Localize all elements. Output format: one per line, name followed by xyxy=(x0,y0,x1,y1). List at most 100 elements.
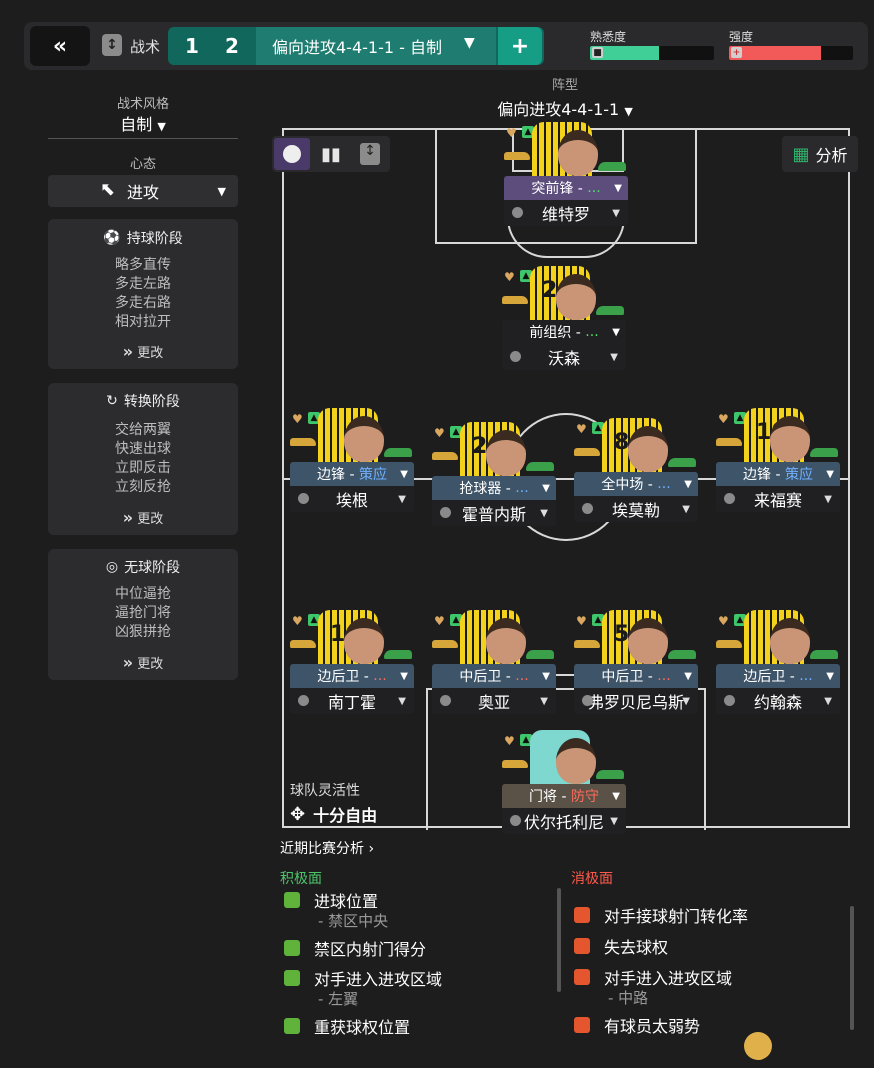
player-name: 沃森 xyxy=(547,349,580,368)
player-card-cb2[interactable]: ♥ ▲ 5 中后卫 - ... ▼ 弗罗贝尼乌斯 ▼ xyxy=(574,610,698,714)
player-name-dropdown[interactable]: 维特罗 ▼ xyxy=(504,200,628,226)
tactic-view-button[interactable]: ↕ xyxy=(352,138,388,170)
player-card-rm[interactable]: ♥ ▲ 10 边锋 - 策应 ▼ 来福赛 ▼ xyxy=(716,408,840,512)
out-possession-change-button[interactable]: » 更改 xyxy=(48,653,238,672)
role-dropdown[interactable]: 边锋 - 策应 ▼ xyxy=(290,462,414,486)
player-name-dropdown[interactable]: 沃森 ▼ xyxy=(502,344,626,370)
transition-item: 快速出球 xyxy=(115,441,171,457)
chevron-down-icon: ▼ xyxy=(540,507,548,519)
player-card-lm[interactable]: ♥ ▲ 边锋 - 策应 ▼ 埃根 ▼ xyxy=(290,408,414,512)
transition-list: 交给两翼 快速出球 立即反击 立刻反抢 xyxy=(48,421,238,497)
boot-icon xyxy=(290,438,316,446)
role-label: 全中场 - xyxy=(601,477,653,493)
positive-item-detail: - 禁区中央 xyxy=(318,912,389,930)
player-name: 来福赛 xyxy=(753,491,802,510)
person-icon xyxy=(724,493,735,504)
plus-icon: + xyxy=(510,33,530,59)
boot-icon xyxy=(384,448,412,457)
thumbs-down-icon xyxy=(574,969,590,985)
style-title: 战术风格 xyxy=(116,97,169,112)
role-dropdown[interactable]: 边后卫 - ... ▼ xyxy=(716,664,840,688)
chevron-down-icon: ▼ xyxy=(612,326,620,338)
duty-label: ... xyxy=(585,324,599,340)
out-possession-item: 逼抢门将 xyxy=(115,605,171,621)
player-name-dropdown[interactable]: 奥亚 ▼ xyxy=(432,688,556,714)
player-portrait xyxy=(770,416,810,462)
boot-icon xyxy=(384,650,412,659)
player-name-dropdown[interactable]: 弗罗贝尼乌斯 ▼ xyxy=(574,688,698,714)
role-dropdown[interactable]: 边锋 - 策应 ▼ xyxy=(716,462,840,486)
boot-icon xyxy=(502,760,528,768)
role-label: 前组织 - xyxy=(529,325,581,341)
player-name-dropdown[interactable]: 埃根 ▼ xyxy=(290,486,414,512)
player-name-dropdown[interactable]: 约翰森 ▼ xyxy=(716,688,840,714)
thumbs-down-icon xyxy=(574,1017,590,1033)
thumbs-down-icon xyxy=(574,938,590,954)
analysis-button[interactable]: ▦ 分析 xyxy=(782,136,858,172)
morale-heart-icon: ♥ xyxy=(576,422,587,436)
watermark-logo xyxy=(744,1026,870,1062)
boot-icon xyxy=(596,306,624,315)
player-card-rb[interactable]: ♥ ▲ 边后卫 - ... ▼ 约翰森 ▼ xyxy=(716,610,840,714)
transition-title: 转换阶段 xyxy=(123,394,180,410)
boot-icon xyxy=(668,650,696,659)
transition-change-button[interactable]: » 更改 xyxy=(48,508,238,527)
negative-scrollbar[interactable] xyxy=(850,906,854,1030)
player-portrait xyxy=(558,130,598,176)
player-card-gk[interactable]: ♥ ▲ 门将 - 防守 ▼ 伏尔托利尼 ▼ xyxy=(502,730,626,834)
player-card-am[interactable]: ♥ ▲ 2 前组织 - ... ▼ 沃森 ▼ xyxy=(502,266,626,370)
transition-item: 交给两翼 xyxy=(115,422,171,438)
role-dropdown[interactable]: 门将 - 防守 ▼ xyxy=(502,784,626,808)
negative-item: 对手接球射门转化率 xyxy=(604,907,749,926)
player-card-lb[interactable]: ♥ ▲ 1 边后卫 - ... ▼ 南丁霍 ▼ xyxy=(290,610,414,714)
player-name-dropdown[interactable]: 来福赛 ▼ xyxy=(716,486,840,512)
boot-icon xyxy=(432,452,458,460)
style-dropdown[interactable]: 自制 ▼ xyxy=(48,111,238,135)
role-dropdown[interactable]: 抢球器 - ... ▼ xyxy=(432,476,556,500)
person-icon xyxy=(512,207,523,218)
player-view-button[interactable] xyxy=(274,138,310,170)
tactic-slot-2[interactable]: 2 xyxy=(212,27,252,65)
negative-item-detail: - 中路 xyxy=(608,989,649,1007)
role-dropdown[interactable]: 边后卫 - ... ▼ xyxy=(290,664,414,688)
player-portrait xyxy=(770,618,810,664)
morale-heart-icon: ♥ xyxy=(292,412,303,426)
chevron-right-icon: › xyxy=(368,841,375,857)
recent-analysis-link[interactable]: 近期比赛分析 › xyxy=(280,838,374,858)
player-card-cm2[interactable]: ♥ ▲ 8 全中场 - ... ▼ 埃莫勒 ▼ xyxy=(574,418,698,522)
back-button[interactable]: « xyxy=(30,26,90,66)
player-name-dropdown[interactable]: 伏尔托利尼 ▼ xyxy=(502,808,626,834)
tactic-name-dropdown[interactable]: 偏向进攻4-4-1-1 - 自制 xyxy=(256,27,496,65)
player-portrait xyxy=(556,274,596,320)
duty-label: ... xyxy=(515,480,529,496)
player-name-dropdown[interactable]: 南丁霍 ▼ xyxy=(290,688,414,714)
mentality-dropdown[interactable]: ⬉ 进攻 ▼ xyxy=(48,175,238,207)
role-dropdown[interactable]: 中后卫 - ... ▼ xyxy=(574,664,698,688)
role-dropdown[interactable]: 前组织 - ... ▼ xyxy=(502,320,626,344)
player-name: 约翰森 xyxy=(753,693,802,712)
player-card-cm1[interactable]: ♥ ▲ 2 抢球器 - ... ▼ 霍普内斯 ▼ xyxy=(432,422,556,526)
add-tactic-button[interactable]: + xyxy=(498,27,542,65)
tactic-slot-1[interactable]: 1 xyxy=(172,27,212,65)
player-name-dropdown[interactable]: 霍普内斯 ▼ xyxy=(432,500,556,526)
in-possession-item: 多走左路 xyxy=(115,276,171,292)
in-possession-change-button[interactable]: » 更改 xyxy=(48,342,238,361)
role-dropdown[interactable]: 突前锋 - ... ▼ xyxy=(504,176,628,200)
person-icon xyxy=(298,493,309,504)
role-dropdown[interactable]: 中后卫 - ... ▼ xyxy=(432,664,556,688)
stats-view-button[interactable]: ▮▮ xyxy=(313,138,349,170)
morale-heart-icon: ♥ xyxy=(576,614,587,628)
formation-dropdown[interactable]: 偏向进攻4-4-1-1 ▼ xyxy=(460,96,670,120)
tactic-name: 偏向进攻4-4-1-1 - 自制 xyxy=(272,38,442,57)
player-card-cb1[interactable]: ♥ ▲ 中后卫 - ... ▼ 奥亚 ▼ xyxy=(432,610,556,714)
watermark-icon xyxy=(744,1032,772,1060)
role-dropdown[interactable]: 全中场 - ... ▼ xyxy=(574,472,698,496)
person-icon xyxy=(724,695,735,706)
player-portrait xyxy=(556,738,596,784)
person-icon xyxy=(440,695,451,706)
morale-heart-icon: ♥ xyxy=(434,426,445,440)
positive-scrollbar[interactable] xyxy=(557,888,561,992)
player-card-st[interactable]: ♥ ▲ 突前锋 - ... ▼ 维特罗 ▼ xyxy=(504,122,628,226)
boot-icon xyxy=(526,462,554,471)
player-name-dropdown[interactable]: 埃莫勒 ▼ xyxy=(574,496,698,522)
